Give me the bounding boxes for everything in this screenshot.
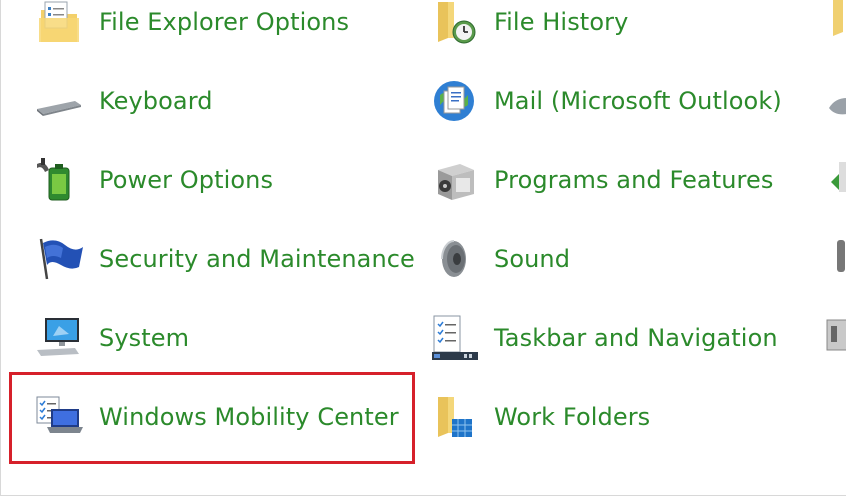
computer-icon [31,310,87,366]
item-label: Sound [494,245,571,273]
partial-mouse-icon [823,74,846,130]
item-windows-mobility-center[interactable]: Windows Mobility Center [31,382,399,452]
folder-blocks-icon [426,389,482,445]
item-file-explorer-options[interactable]: File Explorer Options [31,0,349,57]
partial-recovery-icon [823,152,846,208]
item-label: Taskbar and Navigation [494,324,778,352]
item-label: Keyboard [99,87,213,115]
flag-icon [31,231,87,287]
item-label: Windows Mobility Center [99,403,399,431]
partial-folder-icon [823,0,846,48]
item-label: Security and Maintenance [99,245,415,273]
item-sound[interactable]: Sound [426,224,570,294]
mail-globe-icon [426,73,482,129]
item-programs-features[interactable]: Programs and Features [426,145,773,215]
partial-speech-icon [823,232,846,288]
item-label: File Explorer Options [99,8,350,36]
keyboard-icon [31,73,87,129]
item-mail[interactable]: Mail (Microsoft Outlook) [426,66,782,136]
item-file-history[interactable]: File History [426,0,628,57]
control-panel-items: File Explorer Options Keyboard Power Opt… [0,0,846,496]
battery-plug-icon [31,152,87,208]
item-taskbar-navigation[interactable]: Taskbar and Navigation [426,303,778,373]
speaker-icon [426,231,482,287]
item-label: Work Folders [494,403,651,431]
item-system[interactable]: System [31,303,189,373]
item-security-maintenance[interactable]: Security and Maintenance [31,224,415,294]
item-label: Mail (Microsoft Outlook) [494,87,782,115]
item-label: Power Options [99,166,274,194]
item-label: File History [494,8,629,36]
item-work-folders[interactable]: Work Folders [426,382,650,452]
item-keyboard[interactable]: Keyboard [31,66,213,136]
laptop-checklist-icon [31,389,87,445]
item-label: Programs and Features [494,166,774,194]
item-label: System [99,324,190,352]
folder-clock-icon [426,0,482,50]
folder-options-icon [31,0,87,50]
item-power-options[interactable]: Power Options [31,145,273,215]
programs-box-icon [426,152,482,208]
partial-device-icon [823,310,846,366]
taskbar-icon [426,310,482,366]
